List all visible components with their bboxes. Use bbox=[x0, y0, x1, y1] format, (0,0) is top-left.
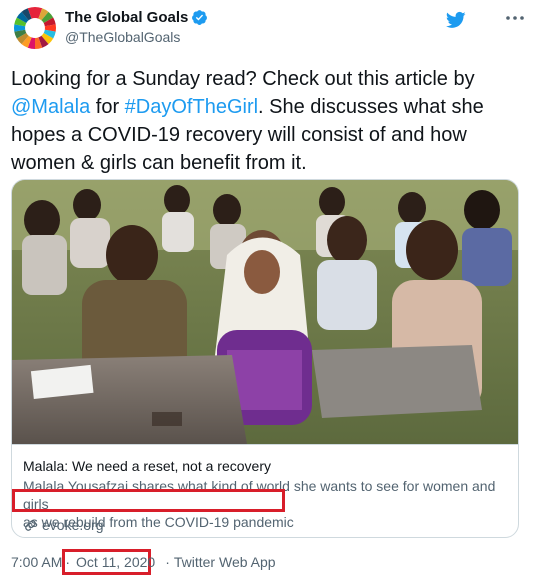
footer-separator: · bbox=[65, 554, 71, 570]
tweet-header: The Global Goals @TheGlobalGoals bbox=[11, 4, 526, 52]
account-handle[interactable]: @TheGlobalGoals bbox=[65, 29, 180, 45]
sdg-color-wheel-icon bbox=[13, 7, 57, 49]
tweet-text-between: for bbox=[90, 96, 125, 118]
display-name[interactable]: The Global Goals bbox=[65, 9, 188, 26]
classroom-photo[interactable] bbox=[12, 180, 519, 444]
more-options-icon[interactable] bbox=[503, 6, 527, 30]
card-domain[interactable]: evoke.org bbox=[42, 517, 103, 533]
tweet-footer: 7:00 AM · Oct 11, 2020 · Twitter Web App bbox=[11, 554, 276, 570]
tweet-date[interactable]: Oct 11, 2020 bbox=[76, 554, 155, 570]
link-icon bbox=[25, 519, 36, 531]
card-domain-row[interactable]: evoke.org bbox=[23, 517, 103, 533]
tweet-time[interactable]: 7:00 AM bbox=[11, 554, 62, 570]
footer-separator-2: · bbox=[165, 554, 170, 570]
tweet-source[interactable]: Twitter Web App bbox=[174, 554, 276, 570]
highlight-box-description bbox=[12, 489, 285, 512]
twitter-bird-icon[interactable] bbox=[445, 10, 467, 30]
mention-link[interactable]: @Malala bbox=[11, 96, 90, 118]
tweet-text-intro: Looking for a Sunday read? Check out thi… bbox=[11, 68, 475, 90]
avatar[interactable] bbox=[11, 4, 59, 52]
card-title[interactable]: Malala: We need a reset, not a recovery bbox=[23, 458, 271, 474]
name-row: The Global Goals bbox=[65, 9, 208, 26]
verified-badge-icon bbox=[192, 10, 208, 25]
tweet-text: Looking for a Sunday read? Check out thi… bbox=[11, 65, 523, 177]
hashtag-link[interactable]: #DayOfTheGirl bbox=[125, 96, 258, 118]
link-card[interactable]: Malala: We need a reset, not a recovery … bbox=[11, 179, 519, 538]
